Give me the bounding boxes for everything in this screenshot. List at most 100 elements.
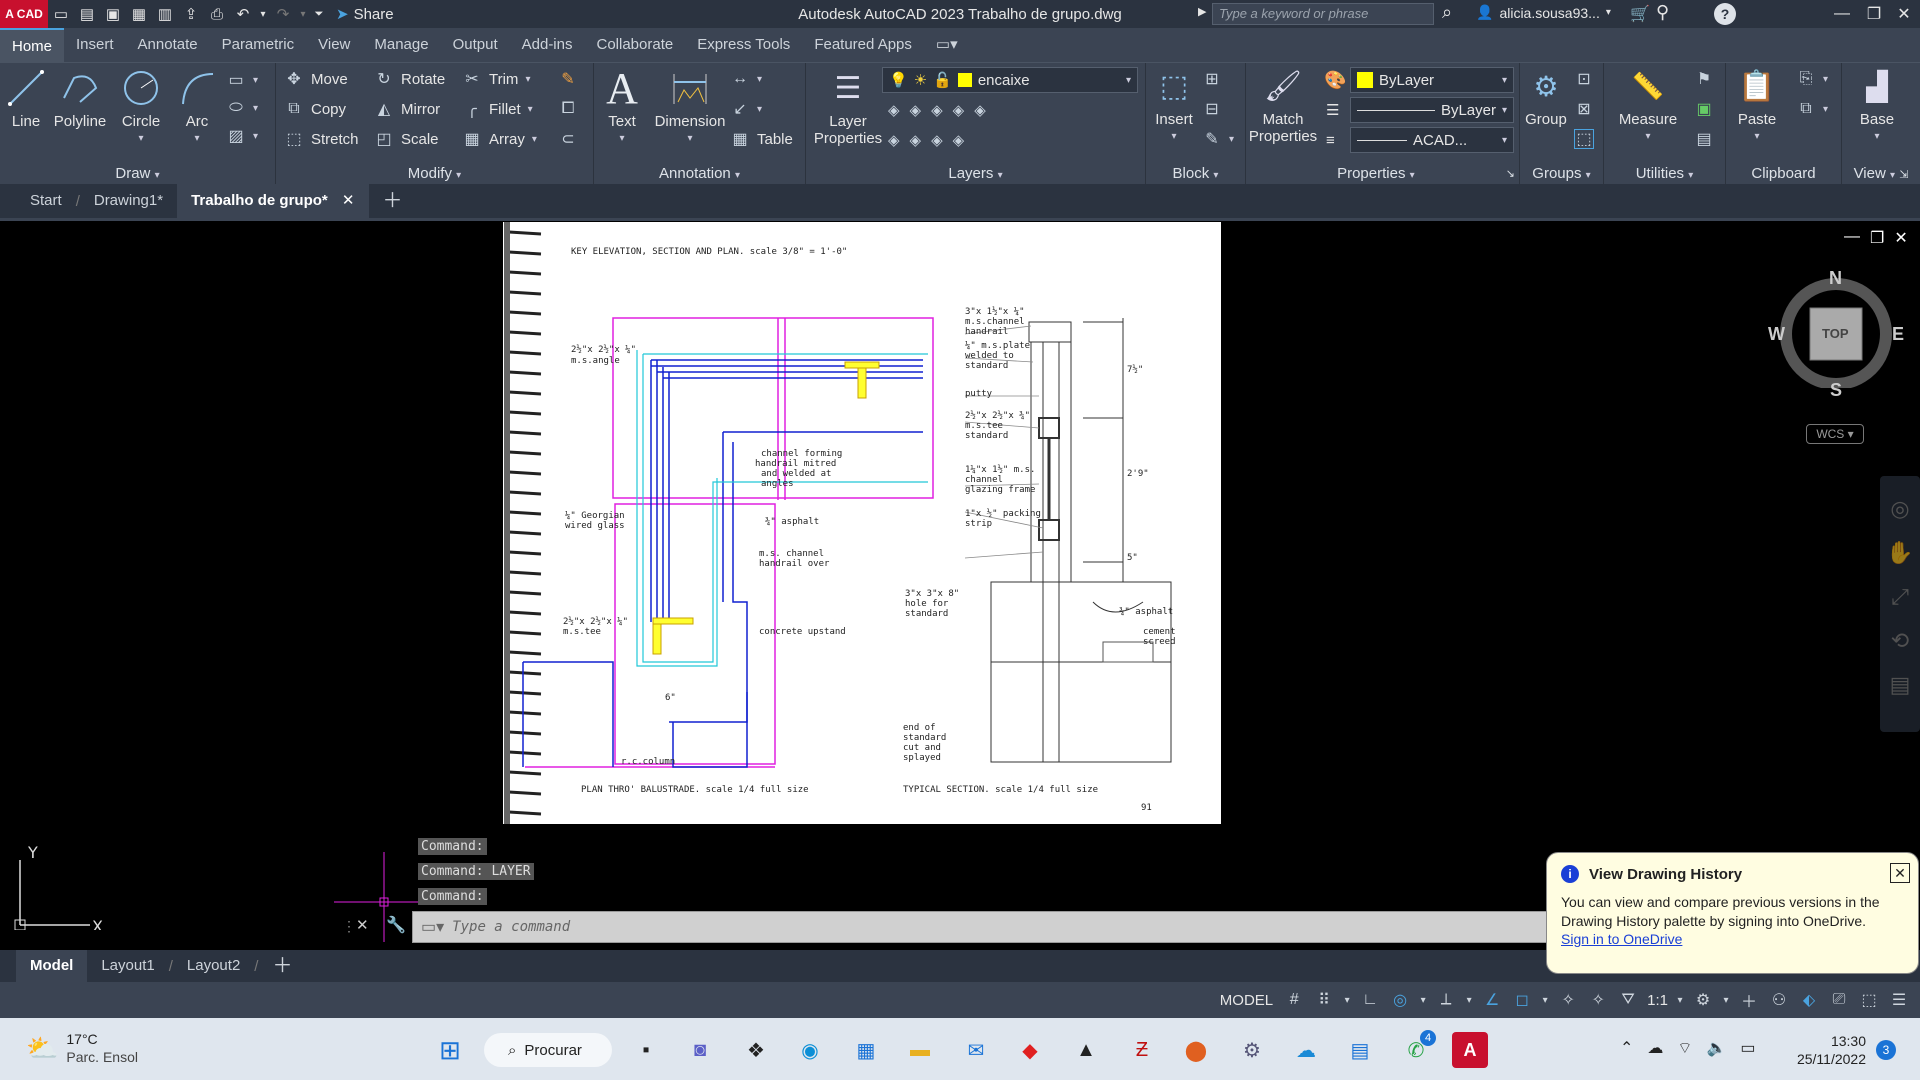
- layer-properties-button[interactable]: ☰ Layer Properties: [810, 67, 886, 147]
- calculator-button[interactable]: ▤: [1694, 126, 1714, 152]
- layers-panel-title[interactable]: Layers ▾: [806, 163, 1145, 185]
- arc-button[interactable]: Arc ▾: [174, 67, 220, 147]
- modify-panel-title[interactable]: Modify ▾: [276, 163, 593, 185]
- close-tab-icon[interactable]: ✕: [342, 192, 355, 209]
- restore-viewport-icon[interactable]: ❐: [1870, 228, 1884, 248]
- properties-panel-title[interactable]: Properties ▾ ↘: [1246, 163, 1519, 185]
- color-dropdown[interactable]: ByLayer ▾: [1350, 67, 1514, 93]
- viewcube[interactable]: N S W E TOP: [1768, 268, 1904, 400]
- showmotion-icon[interactable]: ▤: [1880, 672, 1920, 698]
- snap-icon[interactable]: ⠿: [1309, 985, 1339, 1015]
- annotation-scale-value[interactable]: 1:1: [1643, 992, 1672, 1009]
- tab-layout1[interactable]: Layout1: [87, 950, 168, 982]
- block-attributes-button[interactable]: ✎ ▾: [1202, 126, 1234, 152]
- layer-tools-row-2[interactable]: ◈ ◈ ◈ ◈: [888, 127, 964, 153]
- ribbon-display-toggle-icon[interactable]: ▭▾: [924, 28, 970, 62]
- volume-icon[interactable]: 🔈: [1706, 1038, 1726, 1058]
- sign-in-onedrive-link[interactable]: Sign in to OneDrive: [1561, 931, 1682, 947]
- viewcube-north[interactable]: N: [1829, 268, 1842, 289]
- steering-wheel-icon[interactable]: ◎: [1880, 496, 1920, 522]
- weather-app-icon[interactable]: ☁: [1288, 1032, 1324, 1068]
- tab-start[interactable]: Start: [16, 184, 76, 218]
- clean-screen-icon[interactable]: ⬚: [1854, 985, 1884, 1015]
- object-snap-icon[interactable]: ◻: [1507, 985, 1537, 1015]
- drawing-history-icon[interactable]: ⎚: [1824, 985, 1854, 1015]
- create-block-button[interactable]: ⊞: [1202, 66, 1222, 92]
- leader-button[interactable]: ↙ ▾: [730, 96, 762, 122]
- filezilla-icon[interactable]: Ƶ: [1124, 1032, 1160, 1068]
- redo-dropdown-icon[interactable]: ▾: [296, 0, 310, 28]
- utilities-panel-title[interactable]: Utilities ▾: [1604, 163, 1725, 185]
- hatch-button[interactable]: ⬭ ▾: [226, 95, 258, 121]
- annotation-panel-title[interactable]: Annotation ▾: [594, 163, 805, 185]
- ungroup-button[interactable]: ⊡: [1574, 66, 1594, 92]
- office-app-icon[interactable]: ◆: [1012, 1032, 1048, 1068]
- command-grip[interactable]: ⋮: [342, 918, 356, 935]
- mirror-button[interactable]: ◭ Mirror: [374, 96, 440, 122]
- tray-overflow-icon[interactable]: ⌃: [1620, 1038, 1633, 1058]
- teams-chat-icon[interactable]: ◙: [682, 1032, 718, 1068]
- task-view-icon[interactable]: ▪: [628, 1032, 664, 1068]
- auto-scale-icon[interactable]: ✧: [1583, 985, 1613, 1015]
- undo-icon[interactable]: ↶: [230, 0, 256, 28]
- copy-clip-button[interactable]: ⧉ ▾: [1796, 96, 1828, 122]
- hardware-acceleration-icon[interactable]: ⬖: [1794, 985, 1824, 1015]
- raster-drawing-image[interactable]: KEY ELEVATION, SECTION AND PLAN. scale 3…: [503, 222, 1221, 824]
- polar-dropdown-icon[interactable]: ▾: [1415, 985, 1431, 1015]
- grid-icon[interactable]: #: [1279, 985, 1309, 1015]
- app-icon-cat[interactable]: ▲: [1068, 1032, 1104, 1068]
- text-button[interactable]: A Text ▾: [602, 66, 642, 147]
- group-button[interactable]: ⚙ Group: [1522, 65, 1570, 128]
- new-file-icon[interactable]: ▭: [48, 0, 74, 28]
- workspace-dropdown-icon[interactable]: ▾: [1718, 985, 1734, 1015]
- clock[interactable]: 13:30 25/11/2022: [1794, 1032, 1866, 1068]
- command-input[interactable]: Type a command: [452, 919, 570, 935]
- tab-add-ins[interactable]: Add-ins: [510, 28, 585, 62]
- polar-tracking-icon[interactable]: ◎: [1385, 985, 1415, 1015]
- lineweight-dropdown[interactable]: ACAD... ▾: [1350, 127, 1514, 153]
- viewcube-south[interactable]: S: [1830, 380, 1842, 401]
- tab-express-tools[interactable]: Express Tools: [685, 28, 802, 62]
- share-button[interactable]: ➤ Share: [336, 5, 394, 24]
- layer-dropdown[interactable]: 💡 ☀ 🔓 encaixe ▾: [882, 67, 1138, 93]
- group-edit-button[interactable]: ⊠: [1574, 96, 1594, 122]
- mail-icon[interactable]: ✉: [958, 1032, 994, 1068]
- view-panel-title[interactable]: View ▾ ⇲: [1842, 163, 1920, 185]
- isolate-objects-icon[interactable]: ⚇: [1764, 985, 1794, 1015]
- save-icon[interactable]: ▣: [100, 0, 126, 28]
- draw-panel-title[interactable]: Draw ▾: [0, 163, 275, 185]
- start-button-icon[interactable]: ⊞: [432, 1032, 468, 1068]
- annotation-monitor-icon[interactable]: ＋: [1734, 985, 1764, 1015]
- polyline-button[interactable]: Polyline: [50, 67, 110, 130]
- stretch-button[interactable]: ⬚ Stretch: [284, 126, 358, 152]
- pan-icon[interactable]: ✋: [1880, 540, 1920, 566]
- insert-button[interactable]: ⬚ Insert ▾: [1150, 65, 1198, 145]
- help-search-input[interactable]: Type a keyword or phrase: [1212, 3, 1434, 25]
- object-snap-tracking-icon[interactable]: ∠: [1477, 985, 1507, 1015]
- table-button[interactable]: ▦ Table: [730, 126, 792, 152]
- block-panel-title[interactable]: Block ▾: [1146, 163, 1245, 185]
- scale-button[interactable]: ◰ Scale: [374, 126, 438, 152]
- match-properties-button[interactable]: 🖌 Match Properties: [1248, 65, 1318, 145]
- dimension-button[interactable]: Dimension ▾: [650, 67, 730, 147]
- customization-menu-icon[interactable]: ☰: [1884, 985, 1914, 1015]
- navigation-bar[interactable]: ◎ ✋ ⤢ ⟲ ▤: [1880, 476, 1920, 732]
- tab-annotate[interactable]: Annotate: [126, 28, 210, 62]
- erase-button[interactable]: ✎: [558, 66, 578, 92]
- annotation-visibility-icon[interactable]: ✧: [1553, 985, 1583, 1015]
- offset-button[interactable]: ⊂: [558, 126, 578, 152]
- file-explorer-icon[interactable]: ▬: [902, 1032, 938, 1068]
- autocad-taskbar-icon[interactable]: A: [1452, 1032, 1488, 1068]
- minimize-viewport-icon[interactable]: —: [1844, 228, 1860, 248]
- tab-manage[interactable]: Manage: [362, 28, 440, 62]
- user-account[interactable]: 👤 alicia.sousa93... ▾: [1476, 4, 1611, 21]
- plot-icon[interactable]: ⎙: [204, 0, 230, 28]
- notification-count-badge[interactable]: 3: [1876, 1040, 1896, 1060]
- minimize-window-icon[interactable]: —: [1824, 0, 1860, 28]
- viewcube-east[interactable]: E: [1892, 324, 1904, 345]
- customize-command-icon[interactable]: 🔧: [386, 915, 406, 935]
- fillet-button[interactable]: ╭ Fillet ▾: [462, 96, 533, 122]
- search-expand-arrow-icon[interactable]: ▶: [1198, 5, 1206, 18]
- group-selection-button[interactable]: ⬚: [1574, 126, 1594, 152]
- edge-browser-icon[interactable]: ◉: [792, 1032, 828, 1068]
